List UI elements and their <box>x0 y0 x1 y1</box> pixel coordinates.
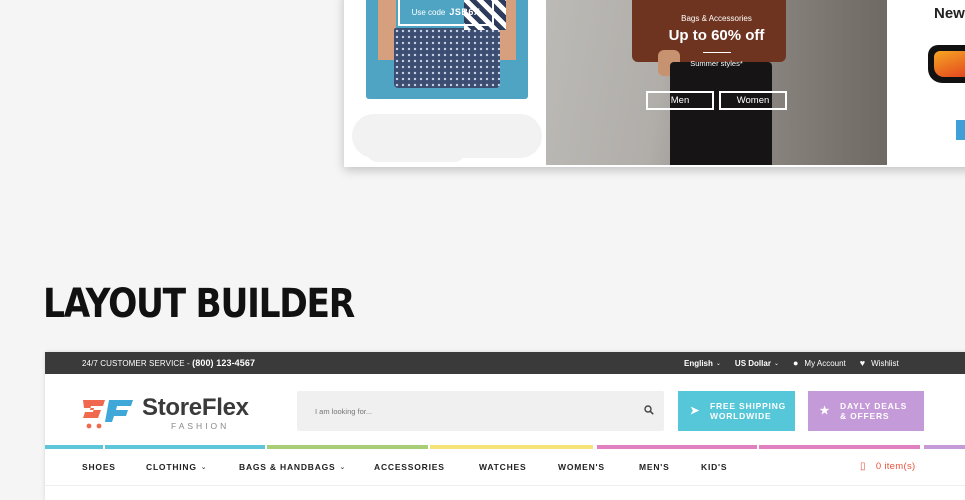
daily-deals-line1: DAYLY DEALS <box>840 401 908 411</box>
paper-plane-icon: ➤ <box>689 405 701 417</box>
search-input[interactable] <box>297 391 617 431</box>
daily-deals-badge[interactable]: ★ DAYLY DEALS & OFFERS <box>808 391 924 431</box>
nav-item-accessories[interactable]: ACCESSORIES <box>374 462 445 472</box>
customer-service: 24/7 CUSTOMER SERVICE - (800) 123-4567 <box>82 358 255 368</box>
topbar-right: English ⌄ US Dollar ⌄ ● My Account ♥ Wis… <box>684 352 913 374</box>
nav-item-kids[interactable]: KID'S <box>701 462 727 472</box>
banner-title: New <box>934 5 965 22</box>
nav-item-womens[interactable]: WOMEN'S <box>558 462 605 472</box>
banner-divider <box>702 52 731 53</box>
wishlist-label: Wishlist <box>871 358 899 368</box>
promo-code-box: Use code JSB6X <box>398 0 494 26</box>
currency-select[interactable]: US Dollar ⌄ <box>735 359 779 368</box>
nav-label: KID'S <box>701 462 728 472</box>
nav-item-clothing[interactable]: CLOTHING ⌄ <box>146 462 207 472</box>
sunglasses-lens <box>934 51 965 77</box>
nav-label: ACCESSORIES <box>374 462 445 472</box>
nav-label: WATCHES <box>479 462 527 472</box>
free-shipping-badge[interactable]: ➤ FREE SHIPPING WORLDWIDE <box>678 391 795 431</box>
nav-label: MEN'S <box>639 462 670 472</box>
nav-label: BAGS & HANDBAGS <box>239 462 336 472</box>
store-preview: 24/7 CUSTOMER SERVICE - (800) 123-4567 E… <box>45 352 965 500</box>
nav-label: WOMEN'S <box>558 462 605 472</box>
search-icon[interactable] <box>644 405 654 415</box>
banner-button[interactable] <box>956 120 965 140</box>
storeflex-logo-icon[interactable] <box>81 396 135 430</box>
daily-deals-line2: & OFFERS <box>840 411 890 421</box>
wishlist-link[interactable]: ♥ Wishlist <box>860 358 899 368</box>
cart-icon: ▯ <box>860 461 866 472</box>
banner-buttons: Men Women <box>646 91 787 110</box>
chevron-down-icon: ⌄ <box>773 360 779 367</box>
customer-service-phone[interactable]: (800) 123-4567 <box>192 358 255 368</box>
my-account-link[interactable]: ● My Account <box>793 358 846 368</box>
men-button[interactable]: Men <box>646 91 714 110</box>
women-button[interactable]: Women <box>719 91 787 110</box>
chevron-down-icon: ⌄ <box>200 464 208 471</box>
free-shipping-line2: WORLDWIDE <box>710 411 772 421</box>
nav-label: CLOTHING <box>146 462 197 472</box>
search-bar <box>297 391 664 431</box>
my-account-label: My Account <box>804 358 846 368</box>
nav-item-watches[interactable]: WATCHES <box>479 462 526 472</box>
chevron-down-icon: ⌄ <box>715 360 721 367</box>
store-topbar: 24/7 CUSTOMER SERVICE - (800) 123-4567 E… <box>45 352 965 374</box>
model-shorts-image <box>670 62 772 165</box>
blurred-placeholder <box>366 138 466 162</box>
banner-headline: Up to 60% off <box>668 27 765 44</box>
banner-category: Bags & Accessories <box>681 14 752 23</box>
banner-text: Bags & Accessories Up to 60% off Summer … <box>546 14 887 68</box>
language-value: English <box>684 358 713 368</box>
language-select[interactable]: English ⌄ <box>684 359 721 368</box>
cart-link[interactable]: ▯ 0 item(s) <box>860 461 915 472</box>
heart-icon: ♥ <box>859 358 866 368</box>
promo-banner-shorts[interactable]: Use code JSB6X <box>366 0 528 99</box>
promo-banner-bags[interactable]: Bags & Accessories Up to 60% off Summer … <box>546 0 887 165</box>
nav-item-shoes[interactable]: SHOES <box>82 462 116 472</box>
star-icon: ★ <box>819 405 831 417</box>
page-heading: LAYOUT BUILDER <box>43 281 355 327</box>
currency-value: US Dollar <box>734 358 771 368</box>
promo-code-label: Use code <box>411 8 446 17</box>
nav-item-mens[interactable]: MEN'S <box>639 462 670 472</box>
promo-code-value: JSB6X <box>449 7 481 17</box>
banner-tagline: Summer styles* <box>690 59 743 68</box>
shorts-image <box>394 28 500 88</box>
sunglasses-image <box>928 45 965 83</box>
cart-count: 0 item(s) <box>875 461 916 472</box>
user-icon: ● <box>792 358 799 368</box>
brand-tagline: FASHION <box>171 421 230 431</box>
theme-preview-card: Use code JSB6X Bags & Accessories Up to … <box>344 0 965 167</box>
promo-banner-sunglasses[interactable]: New <box>906 0 965 165</box>
chevron-down-icon: ⌄ <box>339 464 347 471</box>
brand-name[interactable]: StoreFlex <box>142 394 249 422</box>
nav-item-bags-handbags[interactable]: BAGS & HANDBAGS ⌄ <box>239 462 346 472</box>
customer-service-label: 24/7 CUSTOMER SERVICE - <box>82 359 190 368</box>
daily-deals-text: DAYLY DEALS & OFFERS <box>840 401 907 421</box>
nav-label: SHOES <box>82 462 116 472</box>
free-shipping-line1: FREE SHIPPING <box>710 401 787 411</box>
main-nav: SHOES CLOTHING ⌄ BAGS & HANDBAGS ⌄ ACCESSO… <box>45 449 965 485</box>
store-header: StoreFlex FASHION ➤ FREE SHIPPING WORLDW… <box>45 374 965 445</box>
stage: Use code JSB6X Bags & Accessories Up to … <box>0 0 965 500</box>
store-content-edge <box>45 485 965 500</box>
free-shipping-text: FREE SHIPPING WORLDWIDE <box>710 401 786 421</box>
